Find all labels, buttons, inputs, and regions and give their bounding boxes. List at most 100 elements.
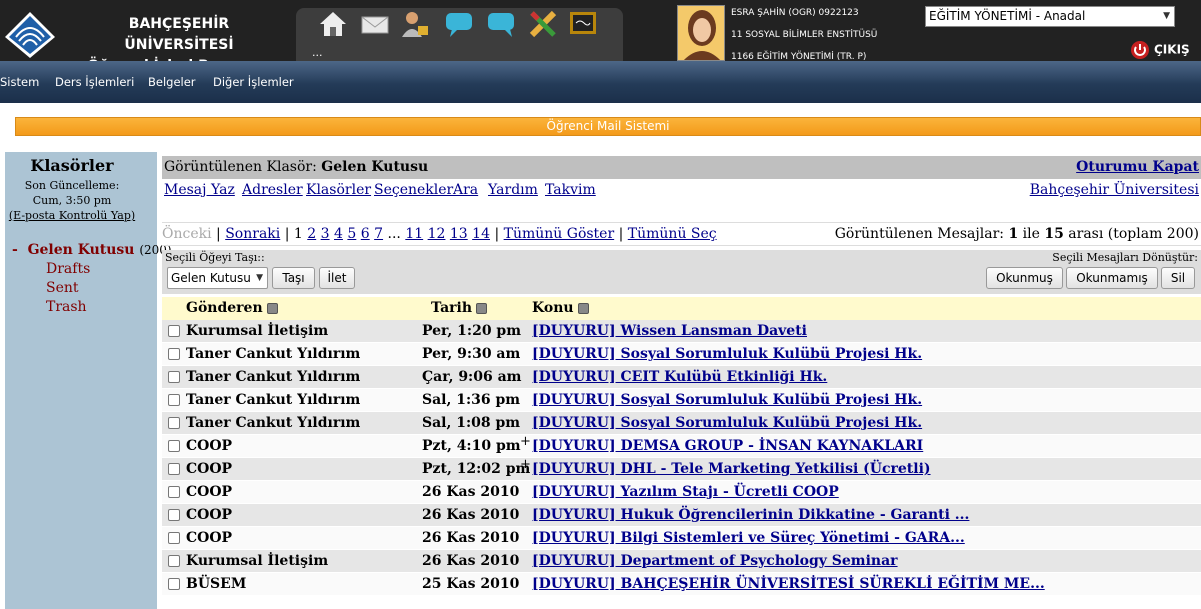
message-subject-link[interactable]: [DUYURU] Sosyal Sorumluluk Kulübü Projes… xyxy=(532,389,922,411)
toolbar-more[interactable]: ... xyxy=(312,46,323,59)
row-checkbox[interactable] xyxy=(168,371,180,383)
forward-button[interactable]: İlet xyxy=(319,267,355,289)
message-subject-link[interactable]: [DUYURU] Sosyal Sorumluluk Kulübü Projes… xyxy=(532,343,922,365)
message-subject-link[interactable]: [DUYURU] Hukuk Öğrencilerinin Dikkatine … xyxy=(532,504,969,526)
next-link[interactable]: Sonraki xyxy=(225,226,280,242)
university-link[interactable]: Bahçeşehir Üniversitesi xyxy=(1030,182,1199,198)
row-checkbox[interactable] xyxy=(168,440,180,452)
row-checkbox[interactable] xyxy=(168,463,180,475)
mail-icon[interactable] xyxy=(360,9,390,39)
nav-folders[interactable]: Klasörler xyxy=(306,182,371,198)
table-row[interactable]: Taner Cankut Yıldırım Sal, 1:36 pm [DUYURU… xyxy=(162,389,1201,412)
table-row[interactable]: Taner Cankut Yıldırım Sal, 1:08 pm [DUYURU… xyxy=(162,412,1201,435)
row-checkbox[interactable] xyxy=(168,325,180,337)
message-date: 26 Kas 2010 xyxy=(422,484,520,500)
nav-help[interactable]: Yardım xyxy=(488,182,538,198)
menu-sistem[interactable]: Sistem xyxy=(0,75,39,89)
table-row[interactable]: Taner Cankut Yıldırım Per, 9:30 am [DUYURU… xyxy=(162,343,1201,366)
table-row[interactable]: COOP 26 Kas 2010 [DUYURU] Hukuk Öğrenciler… xyxy=(162,504,1201,527)
col-subject[interactable]: Konu xyxy=(532,297,589,320)
row-checkbox[interactable] xyxy=(168,348,180,360)
logout-link[interactable]: Oturumu Kapat xyxy=(1076,156,1199,179)
page-link[interactable]: 14 xyxy=(472,226,490,242)
message-subject-link[interactable]: [DUYURU] Sosyal Sorumluluk Kulübü Projes… xyxy=(532,412,922,434)
message-icon[interactable] xyxy=(486,9,516,39)
row-checkbox[interactable] xyxy=(168,509,180,521)
page-link[interactable]: 7 xyxy=(374,226,383,242)
home-icon[interactable] xyxy=(318,9,348,39)
row-checkbox[interactable] xyxy=(168,486,180,498)
mark-read-button[interactable]: Okunmuş xyxy=(986,267,1063,289)
blackboard-icon[interactable] xyxy=(568,9,598,39)
page-link[interactable]: 3 xyxy=(321,226,330,242)
show-all-link[interactable]: Tümünü Göster xyxy=(504,226,615,242)
user-lock-icon[interactable] xyxy=(400,9,430,39)
folder-header: Görüntülenen Klasör: Gelen Kutusu Oturum… xyxy=(162,156,1201,179)
check-mail-link[interactable]: (E-posta Kontrolü Yap) xyxy=(5,208,139,223)
message-sender: Taner Cankut Yıldırım xyxy=(186,346,361,362)
move-folder-value: Gelen Kutusu xyxy=(171,271,251,285)
message-list: Kurumsal İletişim Per, 1:20 pm [DUYURU] Wi… xyxy=(162,320,1201,596)
nav-calendar[interactable]: Takvim xyxy=(545,182,596,198)
status-mid: ile xyxy=(1022,226,1040,242)
menu-ders-islemleri[interactable]: Ders İşlemleri xyxy=(55,75,134,89)
sort-icon[interactable] xyxy=(476,302,488,314)
message-subject-link[interactable]: [DUYURU] Department of Psychology Semina… xyxy=(532,550,898,572)
message-subject-link[interactable]: [DUYURU] DHL - Tele Marketing Yetkilisi … xyxy=(532,458,931,480)
col-from[interactable]: Gönderen xyxy=(186,297,278,320)
page-link[interactable]: 2 xyxy=(307,226,316,242)
nav-options[interactable]: Seçenekler xyxy=(374,182,453,198)
sort-icon[interactable] xyxy=(577,302,589,314)
message-subject-link[interactable]: [DUYURU] Yazılım Stajı - Ücretli COOP xyxy=(532,481,839,503)
row-checkbox[interactable] xyxy=(168,394,180,406)
logout-button[interactable]: ÇIKIŞ xyxy=(1130,40,1190,60)
sort-icon[interactable] xyxy=(266,302,278,314)
nav-addresses[interactable]: Adresler xyxy=(242,182,303,198)
program-select[interactable]: EĞİTİM YÖNETİMİ - Anadal ▼ xyxy=(925,6,1175,27)
message-date: Sal, 1:08 pm xyxy=(422,415,521,431)
table-row[interactable]: COOP 26 Kas 2010 [DUYURU] Bilgi Sistemleri… xyxy=(162,527,1201,550)
select-all-link[interactable]: Tümünü Seç xyxy=(628,226,717,242)
move-folder-select[interactable]: Gelen Kutusu ▼ xyxy=(167,267,268,289)
message-subject-link[interactable]: [DUYURU] DEMSA GROUP - İNSAN KAYNAKLARI xyxy=(532,435,923,457)
page-link[interactable]: 4 xyxy=(334,226,343,242)
folder-inbox[interactable]: - Gelen Kutusu (200) xyxy=(12,242,172,258)
col-date[interactable]: Tarih xyxy=(431,297,488,320)
mark-unread-button[interactable]: Okunmamış xyxy=(1066,267,1158,289)
menu-diger-islemler[interactable]: Diğer İşlemler xyxy=(213,75,294,89)
page-link[interactable]: 6 xyxy=(361,226,370,242)
message-subject-link[interactable]: [DUYURU] BAHÇEŞEHİR ÜNİVERSİTESİ SÜREKLİ… xyxy=(532,573,1045,595)
table-row[interactable]: COOP 26 Kas 2010 [DUYURU] Yazılım Stajı - … xyxy=(162,481,1201,504)
table-row[interactable]: Kurumsal İletişim Per, 1:20 pm [DUYURU] Wi… xyxy=(162,320,1201,343)
table-row[interactable]: COOP Pzt, 4:10 pm + [DUYURU] DEMSA GROUP - … xyxy=(162,434,1201,458)
menu-belgeler[interactable]: Belgeler xyxy=(148,75,196,89)
page-link[interactable]: 5 xyxy=(347,226,356,242)
nav-compose[interactable]: Mesaj Yaz xyxy=(164,182,235,198)
tools-icon[interactable] xyxy=(528,9,558,39)
page-link[interactable]: 11 xyxy=(405,226,423,242)
table-row[interactable]: Kurumsal İletişim 26 Kas 2010 [DUYURU] Dep… xyxy=(162,550,1201,573)
table-row[interactable]: COOP Pzt, 12:02 pm + [DUYURU] DHL - Tele Ma… xyxy=(162,457,1201,481)
folders-title: Klasörler xyxy=(30,156,114,175)
col-subject-label: Konu xyxy=(532,300,574,316)
message-date: Çar, 9:06 am xyxy=(422,369,522,385)
row-checkbox[interactable] xyxy=(168,417,180,429)
row-checkbox[interactable] xyxy=(168,555,180,567)
page-link[interactable]: 12 xyxy=(428,226,446,242)
row-checkbox[interactable] xyxy=(168,578,180,590)
folder-drafts[interactable]: Drafts xyxy=(46,261,90,277)
nav-search[interactable]: Ara xyxy=(453,182,478,198)
folder-trash[interactable]: Trash xyxy=(46,299,87,315)
folder-sent[interactable]: Sent xyxy=(46,280,79,296)
page-link[interactable]: 13 xyxy=(450,226,468,242)
message-subject-link[interactable]: [DUYURU] CEIT Kulübü Etkinliği Hk. xyxy=(532,366,827,388)
row-checkbox[interactable] xyxy=(168,532,180,544)
delete-button[interactable]: Sil xyxy=(1161,267,1195,289)
chat-icon[interactable] xyxy=(444,9,474,39)
move-button[interactable]: Taşı xyxy=(272,267,315,289)
table-row[interactable]: BÜSEM 25 Kas 2010 [DUYURU] BAHÇEŞEHİR ÜNİV… xyxy=(162,573,1201,596)
message-subject-link[interactable]: [DUYURU] Bilgi Sistemleri ve Süreç Yönet… xyxy=(532,527,965,549)
table-row[interactable]: Taner Cankut Yıldırım Çar, 9:06 am [DUYURU… xyxy=(162,366,1201,389)
attachment-marker: + xyxy=(520,434,531,449)
message-subject-link[interactable]: [DUYURU] Wissen Lansman Daveti xyxy=(532,320,807,342)
